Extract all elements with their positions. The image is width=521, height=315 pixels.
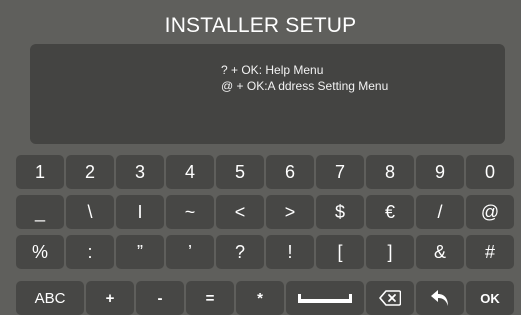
key-slash[interactable]: / — [416, 195, 464, 229]
space-button[interactable] — [286, 281, 364, 315]
key-minus[interactable]: - — [136, 281, 184, 315]
key-euro[interactable]: € — [366, 195, 414, 229]
key-exclamation[interactable]: ! — [266, 235, 314, 269]
key-backslash[interactable]: \ — [66, 195, 114, 229]
backspace-icon — [379, 290, 401, 306]
key-7[interactable]: 7 — [316, 155, 364, 189]
key-6[interactable]: 6 — [266, 155, 314, 189]
key-ampersand[interactable]: & — [416, 235, 464, 269]
key-greater-than[interactable]: > — [266, 195, 314, 229]
help-hint: ? + OK: Help Menu — [221, 63, 324, 77]
message-display — [30, 44, 505, 144]
key-hash[interactable]: # — [466, 235, 514, 269]
backspace-button[interactable] — [366, 281, 414, 315]
keyboard-row-symbols-1: _ \ I ~ < > $ € / @ — [16, 195, 517, 229]
keyboard-row-functions: ABC + - = * OK — [16, 281, 517, 315]
key-3[interactable]: 3 — [116, 155, 164, 189]
page-title: INSTALLER SETUP — [164, 14, 357, 37]
key-9[interactable]: 9 — [416, 155, 464, 189]
key-underscore[interactable]: _ — [16, 195, 64, 229]
key-tilde[interactable]: ~ — [166, 195, 214, 229]
key-less-than[interactable]: < — [216, 195, 264, 229]
back-arrow-icon — [430, 289, 450, 307]
address-hint: @ + OK:A ddress Setting Menu — [221, 79, 389, 93]
space-bar-icon — [296, 292, 354, 304]
ok-button[interactable]: OK — [466, 281, 514, 315]
keyboard-row-digits: 1 2 3 4 5 6 7 8 9 0 — [16, 155, 517, 189]
keyboard-row-symbols-2: % : ” ’ ? ! [ ] & # — [16, 235, 517, 269]
key-at[interactable]: @ — [466, 195, 514, 229]
key-dollar[interactable]: $ — [316, 195, 364, 229]
key-equals[interactable]: = — [186, 281, 234, 315]
key-question[interactable]: ? — [216, 235, 264, 269]
key-colon[interactable]: : — [66, 235, 114, 269]
key-asterisk[interactable]: * — [236, 281, 284, 315]
key-4[interactable]: 4 — [166, 155, 214, 189]
key-double-quote[interactable]: ” — [116, 235, 164, 269]
key-pipe[interactable]: I — [116, 195, 164, 229]
key-plus[interactable]: + — [86, 281, 134, 315]
key-8[interactable]: 8 — [366, 155, 414, 189]
back-button[interactable] — [416, 281, 464, 315]
abc-mode-button[interactable]: ABC — [16, 281, 84, 315]
key-1[interactable]: 1 — [16, 155, 64, 189]
on-screen-keyboard: 1 2 3 4 5 6 7 8 9 0 _ \ I ~ < > $ € / @ … — [16, 155, 517, 315]
key-left-bracket[interactable]: [ — [316, 235, 364, 269]
key-right-bracket[interactable]: ] — [366, 235, 414, 269]
key-2[interactable]: 2 — [66, 155, 114, 189]
key-apostrophe[interactable]: ’ — [166, 235, 214, 269]
key-percent[interactable]: % — [16, 235, 64, 269]
key-5[interactable]: 5 — [216, 155, 264, 189]
key-0[interactable]: 0 — [466, 155, 514, 189]
